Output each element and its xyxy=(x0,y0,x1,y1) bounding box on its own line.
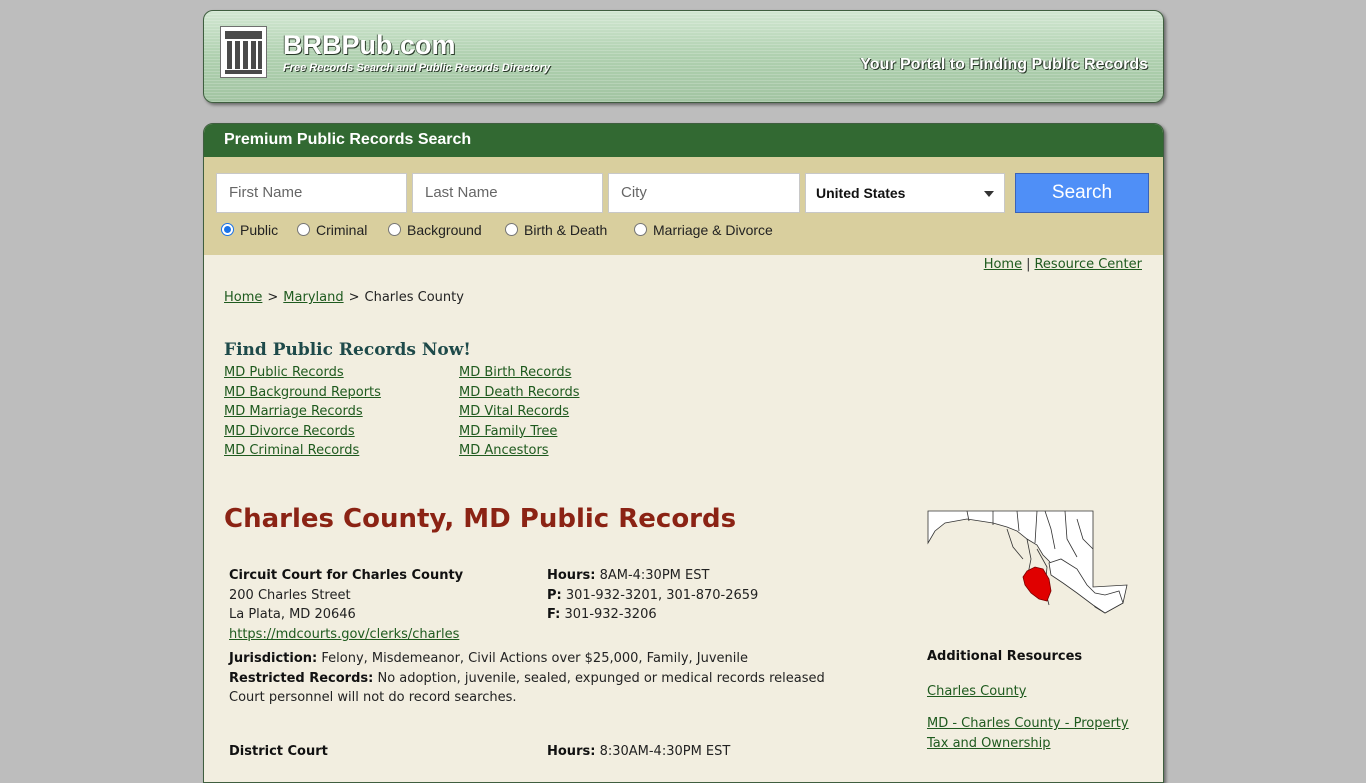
radio-criminal[interactable]: Criminal xyxy=(297,222,367,238)
court-phone: 301-932-3201, 301-870-2659 xyxy=(565,587,759,603)
restricted-label: Restricted Records: xyxy=(229,670,374,686)
radio-public[interactable]: Public xyxy=(221,222,278,238)
radio-label: Background xyxy=(407,222,482,238)
find-links-left: MD Public Records MD Background Reports … xyxy=(224,363,381,461)
city-input[interactable] xyxy=(621,184,782,201)
court-name: Circuit Court for Charles County xyxy=(229,568,464,583)
radio-background[interactable]: Background xyxy=(388,222,482,238)
fax-label: F: xyxy=(547,607,561,623)
breadcrumb-home-link[interactable]: Home xyxy=(224,290,262,305)
court-website-link[interactable]: https://mdcourts.gov/clerks/charles xyxy=(229,627,459,642)
radio-selected-icon[interactable] xyxy=(221,223,234,236)
maryland-county-map[interactable] xyxy=(927,509,1129,615)
court-fax: 301-932-3206 xyxy=(564,607,657,623)
country-select-value: United States xyxy=(816,185,906,201)
md-ancestors-link[interactable]: MD Ancestors xyxy=(459,441,580,461)
search-heading: Premium Public Records Search xyxy=(204,124,1163,157)
radio-icon[interactable] xyxy=(634,223,647,236)
court-address-line2: La Plata, MD 20646 xyxy=(229,607,356,623)
md-background-reports-link[interactable]: MD Background Reports xyxy=(224,383,381,403)
md-marriage-records-link[interactable]: MD Marriage Records xyxy=(224,402,381,422)
breadcrumb-separator: > xyxy=(348,290,360,305)
site-header: BRBPub.com Free Records Search and Publi… xyxy=(203,10,1164,103)
property-tax-link[interactable]: MD - Charles County - Property Tax and O… xyxy=(927,714,1147,754)
radio-icon[interactable] xyxy=(297,223,310,236)
jurisdiction-label: Jurisdiction: xyxy=(229,651,318,666)
circuit-court-address: Circuit Court for Charles County 200 Cha… xyxy=(229,566,463,644)
court-hours: 8AM-4:30PM EST xyxy=(599,568,710,583)
phone-label: P: xyxy=(547,587,562,603)
find-records-heading: Find Public Records Now! xyxy=(224,340,471,360)
search-panel: United States Search Public Criminal Bac… xyxy=(204,157,1163,255)
court-restricted: No adoption, juvenile, sealed, expunged … xyxy=(377,670,825,686)
radio-label: Criminal xyxy=(316,222,368,238)
circuit-court-contact: Hours: 8AM-4:30PM EST P: 301-932-3201, 3… xyxy=(547,566,758,625)
court-note: Court personnel will not do record searc… xyxy=(229,690,517,706)
country-select[interactable]: United States xyxy=(805,173,1005,213)
md-public-records-link[interactable]: MD Public Records xyxy=(224,363,381,383)
district-court-contact: Hours: 8:30AM-4:30PM EST xyxy=(547,742,730,762)
radio-label: Marriage & Divorce xyxy=(653,222,773,238)
charles-county-link[interactable]: Charles County xyxy=(927,682,1147,702)
court-address-line1: 200 Charles Street xyxy=(229,587,351,603)
breadcrumb-separator: > xyxy=(267,290,279,305)
md-birth-records-link[interactable]: MD Birth Records xyxy=(459,363,580,383)
additional-resources-heading: Additional Resources xyxy=(927,649,1083,664)
district-court-address: District Court xyxy=(229,742,328,762)
court-name: District Court xyxy=(229,744,328,759)
md-family-tree-link[interactable]: MD Family Tree xyxy=(459,422,580,442)
main-panel: Premium Public Records Search United Sta… xyxy=(203,123,1164,783)
radio-birth-death[interactable]: Birth & Death xyxy=(505,222,607,238)
breadcrumb-maryland-link[interactable]: Maryland xyxy=(283,290,343,305)
brand-tagline: Free Records Search and Public Records D… xyxy=(283,62,551,74)
md-divorce-records-link[interactable]: MD Divorce Records xyxy=(224,422,381,442)
circuit-court-details: Jurisdiction: Felony, Misdemeanor, Civil… xyxy=(229,649,849,708)
portal-tagline: Your Portal to Finding Public Records xyxy=(860,56,1148,73)
hours-label: Hours: xyxy=(547,568,596,583)
last-name-field[interactable] xyxy=(412,173,603,213)
separator: | xyxy=(1026,257,1031,272)
first-name-field[interactable] xyxy=(216,173,407,213)
radio-marriage-divorce[interactable]: Marriage & Divorce xyxy=(634,222,773,238)
page-title: Charles County, MD Public Records xyxy=(224,504,737,534)
city-field[interactable] xyxy=(608,173,800,213)
court-jurisdiction: Felony, Misdemeanor, Civil Actions over … xyxy=(321,651,749,666)
search-button[interactable]: Search xyxy=(1015,173,1149,213)
breadcrumb-current: Charles County xyxy=(364,290,464,305)
breadcrumb: Home > Maryland > Charles County xyxy=(224,290,464,305)
top-links: Home | Resource Center xyxy=(984,257,1142,272)
find-links-right: MD Birth Records MD Death Records MD Vit… xyxy=(459,363,580,461)
radio-icon[interactable] xyxy=(388,223,401,236)
md-vital-records-link[interactable]: MD Vital Records xyxy=(459,402,580,422)
resource-center-link[interactable]: Resource Center xyxy=(1034,257,1142,272)
chevron-down-icon xyxy=(984,191,994,197)
radio-icon[interactable] xyxy=(505,223,518,236)
first-name-input[interactable] xyxy=(229,184,389,201)
radio-label: Public xyxy=(240,222,279,238)
last-name-input[interactable] xyxy=(425,184,585,201)
courthouse-logo-icon[interactable] xyxy=(220,26,267,78)
md-death-records-link[interactable]: MD Death Records xyxy=(459,383,580,403)
md-criminal-records-link[interactable]: MD Criminal Records xyxy=(224,441,381,461)
home-link[interactable]: Home xyxy=(984,257,1022,272)
hours-label: Hours: xyxy=(547,744,596,759)
court-hours: 8:30AM-4:30PM EST xyxy=(599,744,731,759)
radio-label: Birth & Death xyxy=(524,222,608,238)
brand-title[interactable]: BRBPub.com xyxy=(283,30,456,61)
